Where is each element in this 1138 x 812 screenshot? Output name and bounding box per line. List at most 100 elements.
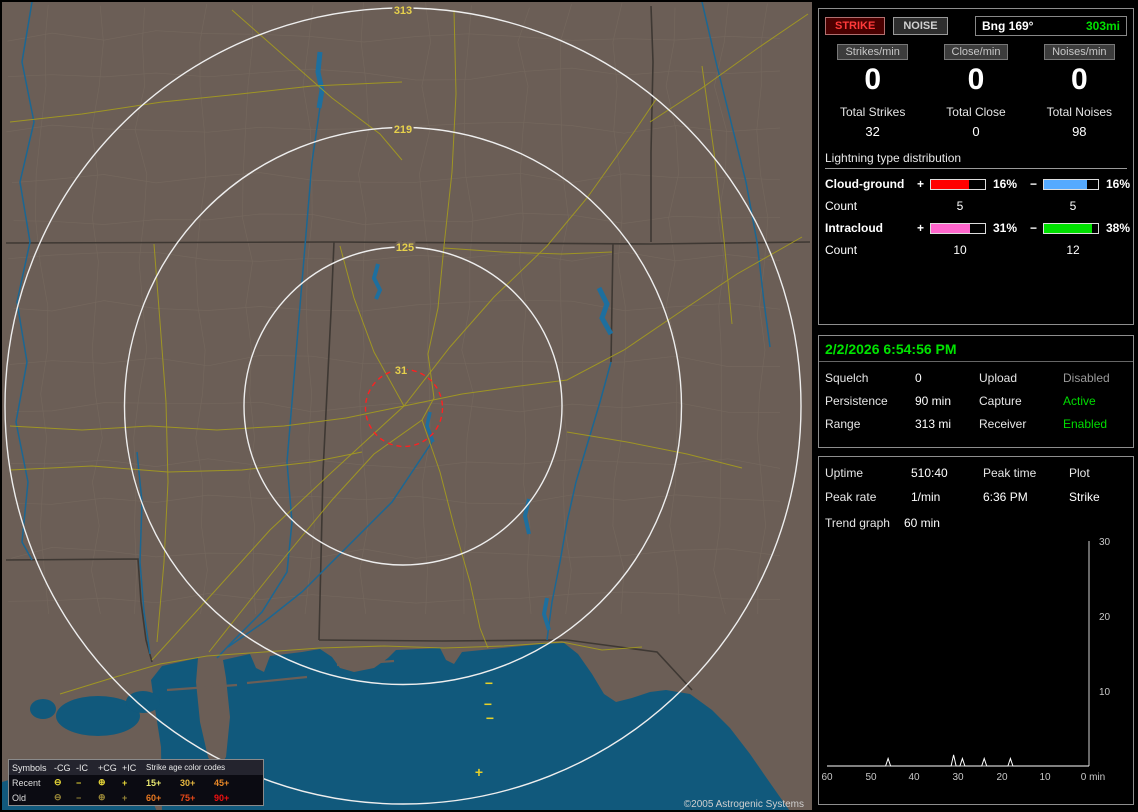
- old-age-codes: 60+ 75+ 90+: [146, 793, 260, 803]
- upload-label: Upload: [979, 371, 1018, 385]
- status-panel: STRIKE NOISE Bng 169° 303mi Strikes/min …: [816, 0, 1138, 812]
- bearing-display: Bng 169° 303mi: [975, 16, 1127, 36]
- peak-time-value: 6:36 PM: [983, 490, 1028, 504]
- peak-rate-label: Peak rate: [825, 490, 877, 504]
- minus-sign: −: [1030, 177, 1038, 191]
- strike-button[interactable]: STRIKE: [825, 17, 886, 35]
- squelch-value: 0: [915, 371, 922, 385]
- persistence-label: Persistence: [825, 394, 888, 408]
- close-per-min-value: 0: [967, 63, 985, 96]
- ring-label-31: 31: [395, 365, 407, 377]
- session-stats: Uptime 510:40 Peak time Plot Peak rate 1…: [819, 457, 1133, 504]
- svg-text:30: 30: [1099, 537, 1111, 548]
- svg-text:30: 30: [952, 772, 964, 783]
- recent-ic-neg-icon: −: [76, 777, 82, 788]
- capture-status: Active: [1063, 394, 1096, 408]
- age-code-90: 90+: [214, 792, 230, 803]
- age-code-30: 30+: [180, 777, 196, 788]
- svg-text:50: 50: [865, 772, 877, 783]
- cg-minus-count: 5: [1069, 199, 1077, 213]
- legend-symbols-label: Symbols: [12, 762, 47, 773]
- svg-text:10: 10: [1099, 687, 1111, 698]
- trend-box: Uptime 510:40 Peak time Plot Peak rate 1…: [818, 456, 1134, 805]
- svg-text:20: 20: [1099, 612, 1111, 623]
- rate-counters: Strikes/min 0 Total Strikes 32 Close/min…: [819, 38, 1133, 139]
- strike-symbol: +: [475, 764, 483, 780]
- minus-sign: −: [1030, 221, 1038, 235]
- svg-text:60: 60: [821, 772, 833, 783]
- total-noises-label: Total Noises: [1046, 105, 1112, 119]
- peak-rate-value: 1/min: [911, 490, 941, 504]
- old-cg-neg-icon: ⊖: [54, 792, 62, 802]
- trend-graph-chart: 60 50 40 30 20 10 0 min 30 20 10: [821, 537, 1111, 783]
- legend-col-cg-pos: +CG: [98, 762, 117, 773]
- close-per-min-label: Close/min: [943, 44, 1009, 60]
- map-legend: Symbols -CG -IC +CG +IC Strike age color…: [8, 759, 264, 806]
- bearing-range-value: 303mi: [1085, 19, 1120, 33]
- range-value: 313 mi: [915, 417, 952, 431]
- total-close-value: 0: [972, 124, 980, 139]
- recent-cg-pos-icon: ⊕: [98, 777, 106, 787]
- total-noises-value: 98: [1072, 124, 1087, 139]
- ic-plus-bar: [930, 222, 986, 234]
- radar-map-area[interactable]: 313 219 125 31 − − − + Symbols -CG -IC +CG …: [2, 1, 812, 812]
- radar-map[interactable]: 313 219 125 31 − − − +: [2, 1, 812, 812]
- cg-minus-pct: 16%: [1106, 177, 1131, 191]
- legend-old-label: Old: [12, 792, 27, 803]
- plot-label: Plot: [1069, 466, 1090, 480]
- legend-age-title: Strike age color codes: [146, 763, 226, 772]
- copyright-text: ©2005 Astrogenic Systems: [683, 799, 804, 810]
- svg-text:40: 40: [908, 772, 920, 783]
- ic-plus-count: 10: [953, 243, 967, 257]
- system-status-box: 2/2/2026 6:54:56 PM Squelch 0 Upload Dis…: [818, 335, 1134, 448]
- ic-minus-count: 12: [1066, 243, 1080, 257]
- legend-col-ic-neg: -IC: [76, 762, 88, 773]
- ring-label-219: 219: [394, 124, 412, 136]
- ic-minus-bar: [1043, 222, 1099, 234]
- strike-stats-box: STRIKE NOISE Bng 169° 303mi Strikes/min …: [818, 8, 1134, 325]
- trend-chart-holder: 60 50 40 30 20 10 0 min 30 20 10: [821, 531, 1135, 802]
- strikes-per-min-value: 0: [864, 63, 881, 96]
- strike-symbol: −: [485, 675, 493, 691]
- age-code-15: 15+: [146, 777, 162, 788]
- age-code-45: 45+: [214, 777, 230, 788]
- total-strikes-value: 32: [865, 124, 880, 139]
- upload-status: Disabled: [1063, 371, 1110, 385]
- distribution-title: Lightning type distribution: [825, 151, 1127, 169]
- cg-plus-bar: [930, 178, 986, 190]
- app-window: 313 219 125 31 − − − + Symbols -CG -IC +CG …: [0, 0, 1138, 812]
- ic-plus-pct: 31%: [993, 221, 1018, 235]
- recent-cg-neg-icon: ⊖: [54, 777, 62, 787]
- receiver-status: Enabled: [1063, 417, 1108, 431]
- range-label: Range: [825, 417, 861, 431]
- bearing-value: Bng 169°: [982, 19, 1034, 33]
- recent-ic-pos-icon: +: [122, 777, 128, 788]
- close-per-min-column: Close/min 0 Total Close 0: [924, 44, 1027, 139]
- ring-label-313: 313: [394, 5, 412, 17]
- noises-per-min-value: 0: [1070, 63, 1088, 96]
- plot-value: Strike: [1069, 490, 1100, 504]
- cg-count-label: Count: [825, 199, 858, 213]
- cg-minus-bar: [1043, 178, 1099, 190]
- svg-text:10: 10: [1039, 772, 1051, 783]
- uptime-label: Uptime: [825, 466, 864, 480]
- svg-text:20: 20: [996, 772, 1008, 783]
- peak-time-label: Peak time: [983, 466, 1037, 480]
- status-grid: Squelch 0 Upload Disabled Persistence 90…: [819, 362, 1133, 431]
- uptime-value: 510:40: [911, 466, 948, 480]
- receiver-label: Receiver: [979, 417, 1027, 431]
- old-cg-pos-icon: ⊕: [98, 792, 106, 802]
- ring-label-125: 125: [396, 242, 414, 254]
- total-close-label: Total Close: [946, 105, 1006, 119]
- svg-text:0 min: 0 min: [1081, 772, 1105, 783]
- plus-sign: +: [917, 221, 925, 235]
- legend-col-cg-neg: -CG: [54, 762, 71, 773]
- legend-col-ic-pos: +IC: [122, 762, 137, 773]
- total-strikes-label: Total Strikes: [839, 105, 906, 119]
- old-ic-pos-icon: +: [122, 792, 128, 803]
- ic-minus-pct: 38%: [1106, 221, 1131, 235]
- squelch-label: Squelch: [825, 371, 869, 385]
- noise-button[interactable]: NOISE: [893, 17, 948, 35]
- ic-count-label: Count: [825, 243, 858, 257]
- age-code-60: 60+: [146, 792, 162, 803]
